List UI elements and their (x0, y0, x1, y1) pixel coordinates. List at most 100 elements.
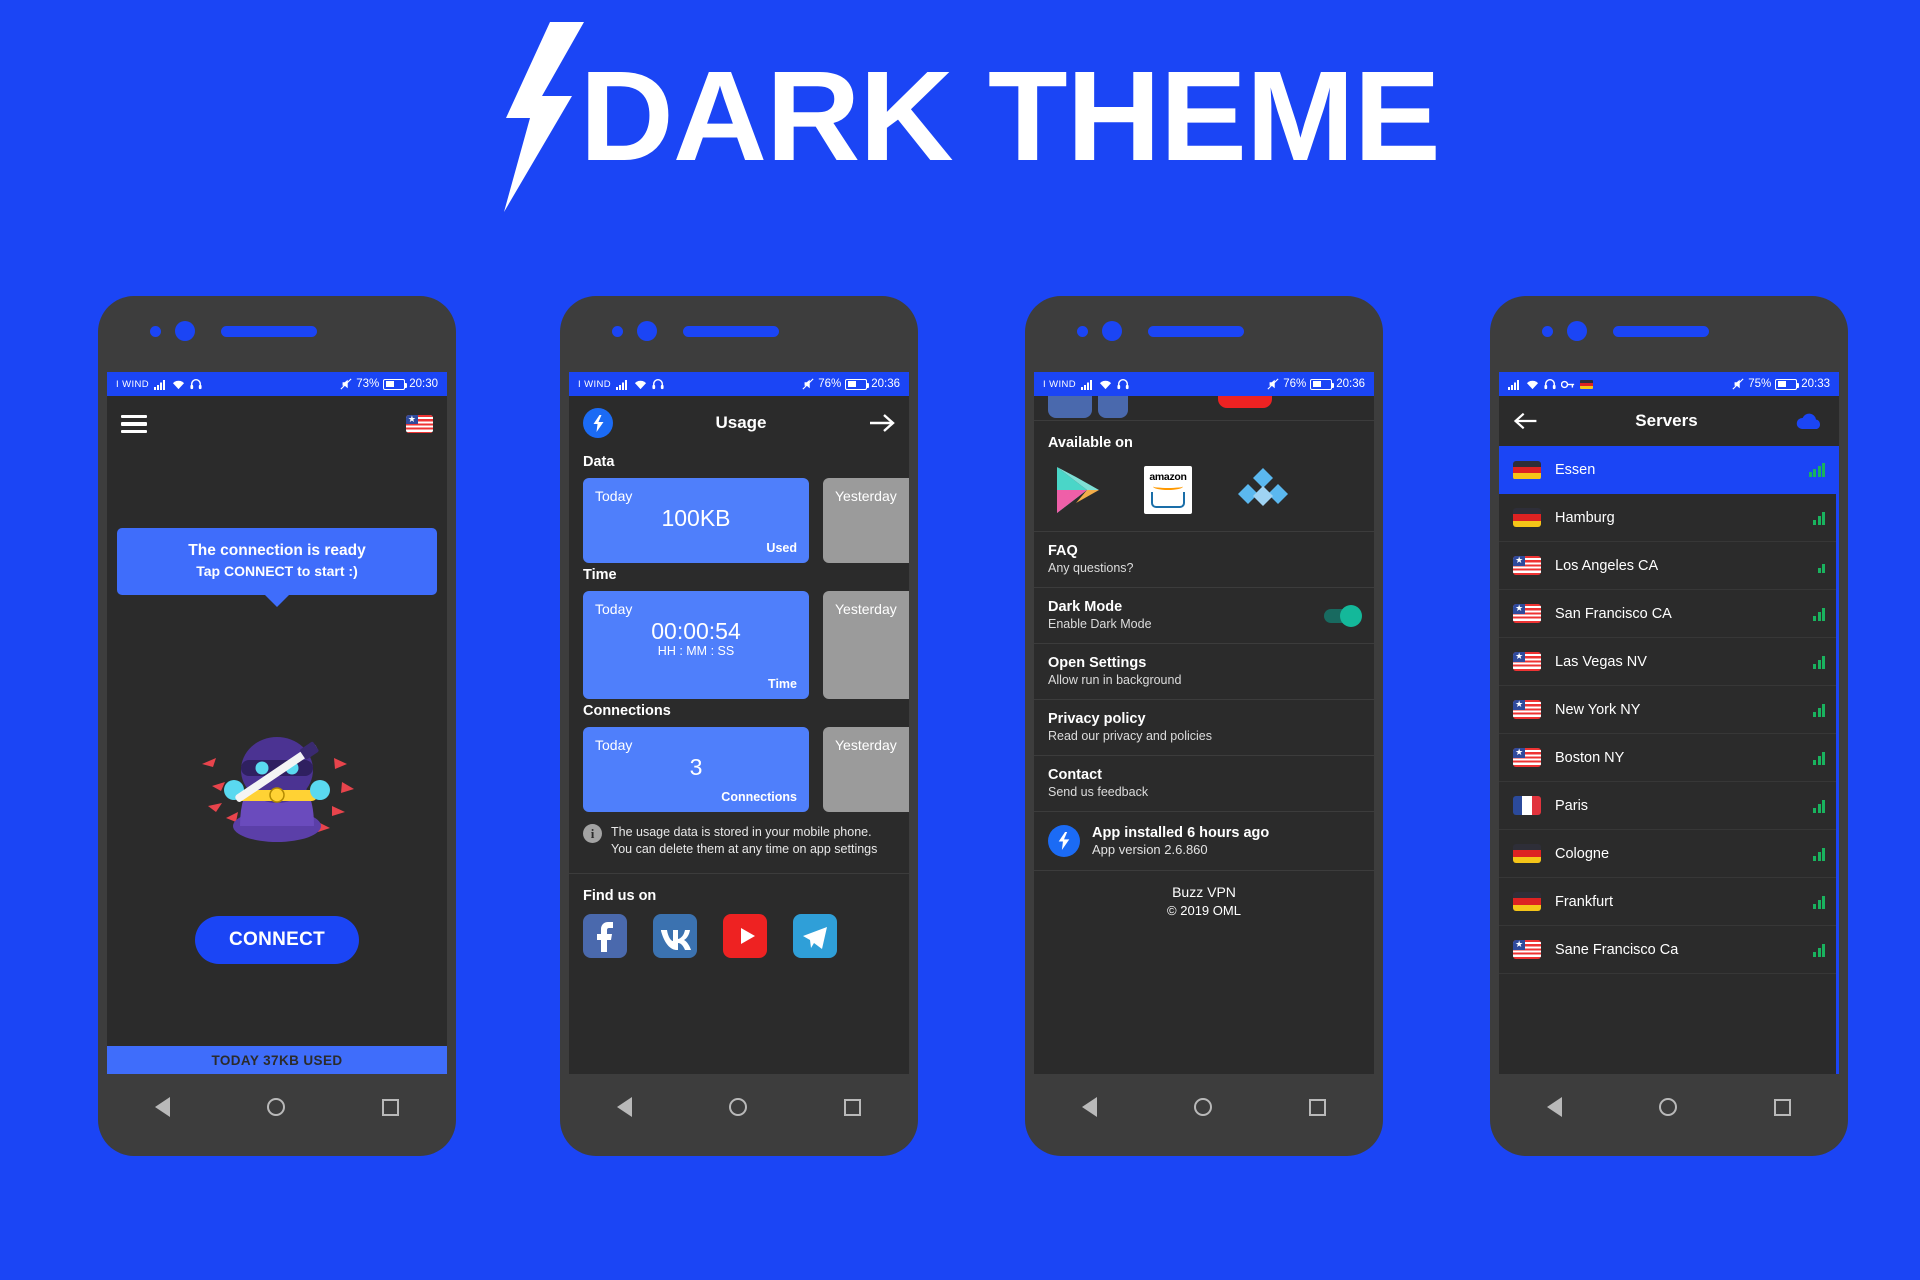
info-icon: i (583, 824, 602, 843)
usage-card-yesterday[interactable]: Yesterday N (823, 478, 909, 563)
usage-info-text: The usage data is stored in your mobile … (611, 825, 878, 856)
hamburger-menu-icon[interactable] (121, 414, 147, 434)
nav-recent-icon[interactable] (1308, 1098, 1326, 1116)
server-row-paris[interactable]: Paris (1499, 782, 1839, 830)
phone-notch (1490, 318, 1848, 344)
nav-back-icon[interactable] (1082, 1097, 1098, 1117)
server-row-new-york-ny[interactable]: ★ New York NY (1499, 686, 1839, 734)
cloud-icon[interactable] (1795, 411, 1825, 431)
battery-icon (1775, 378, 1800, 390)
phone-settings: I WIND 76% 20:36 Available on amazon FAQ… (1025, 296, 1383, 1156)
nav-home-icon[interactable] (728, 1098, 747, 1116)
amazon-appstore-icon[interactable]: amazon (1144, 466, 1192, 514)
signal-strength-icon (1813, 895, 1825, 909)
nav-recent-icon[interactable] (381, 1098, 399, 1116)
row-title: Dark Mode (1048, 599, 1123, 615)
nav-home-icon[interactable] (266, 1098, 285, 1116)
google-play-icon[interactable] (1054, 465, 1100, 515)
usage-info-note: i The usage data is stored in your mobil… (569, 812, 909, 867)
servers-content: Servers Essen Hamburg ★ Los Angeles CA ★… (1499, 396, 1839, 1074)
earpiece-speaker (221, 325, 317, 337)
battery-icon (1310, 378, 1335, 390)
server-row-san-francisco-ca[interactable]: ★ San Francisco CA (1499, 590, 1839, 638)
server-row-essen[interactable]: Essen (1499, 446, 1839, 494)
card-period: Today (595, 488, 633, 504)
app-version-row: App installed 6 hours ago App version 2.… (1034, 812, 1374, 870)
row-title: Contact (1048, 767, 1102, 783)
vk-icon-partial[interactable] (1098, 396, 1128, 418)
server-row-las-vegas-nv[interactable]: ★ Las Vegas NV (1499, 638, 1839, 686)
settings-row-contact[interactable]: Contact Send us feedback (1034, 756, 1374, 811)
clock-label: 20:36 (871, 378, 900, 390)
settings-row-privacy-policy[interactable]: Privacy policy Read our privacy and poli… (1034, 700, 1374, 755)
server-row-frankfurt[interactable]: Frankfurt (1499, 878, 1839, 926)
samsung-galaxy-store-icon[interactable] (1236, 466, 1290, 514)
signal-strength-icon (1808, 463, 1825, 477)
bolt-badge-icon[interactable] (583, 408, 613, 438)
server-row-los-angeles-ca[interactable]: ★ Los Angeles CA (1499, 542, 1839, 590)
usage-card-yesterday[interactable]: Yesterday 0 Connectio (823, 727, 909, 812)
settings-row-faq[interactable]: FAQ Any questions? (1034, 532, 1374, 587)
signal-strength-icon (1813, 703, 1825, 717)
battery-percent: 73% (356, 378, 380, 390)
nav-home-icon[interactable] (1193, 1098, 1212, 1116)
facebook-icon-partial[interactable] (1048, 396, 1092, 418)
us-flag-icon: ★ (1513, 940, 1541, 959)
poster-canvas: DARK THEME I WIND 73% 20:30 ★ The connec… (0, 0, 1920, 1280)
arrow-right-icon[interactable] (869, 412, 895, 434)
server-row-boston-ny[interactable]: ★ Boston NY (1499, 734, 1839, 782)
nav-back-icon[interactable] (617, 1097, 633, 1117)
statusbar-settings: I WIND 76% 20:36 (1034, 372, 1374, 396)
android-navbar (569, 1080, 909, 1134)
us-flag-icon[interactable]: ★ (406, 415, 433, 433)
usage-card-today[interactable]: Today 3 Connections (583, 727, 809, 812)
available-on-section: Available on (1034, 421, 1374, 451)
usage-card-today[interactable]: Today 00:00:54 HH : MM : SS Time (583, 591, 809, 699)
server-row-cologne[interactable]: Cologne (1499, 830, 1839, 878)
screen-settings: I WIND 76% 20:36 Available on amazon FAQ… (1034, 372, 1374, 1074)
nav-recent-icon[interactable] (1773, 1098, 1791, 1116)
card-period: Yesterday (835, 488, 897, 504)
list-scrollbar[interactable] (1836, 446, 1839, 1074)
server-name: Paris (1555, 797, 1589, 814)
settings-footer: Buzz VPN © 2019 OML (1034, 871, 1374, 930)
server-name: New York NY (1555, 701, 1641, 718)
settings-row-dark-mode[interactable]: Dark Mode Enable Dark Mode (1034, 588, 1374, 643)
row-title: Open Settings (1048, 655, 1147, 671)
server-row-sane-francisco-ca[interactable]: ★ Sane Francisco Ca (1499, 926, 1839, 974)
camera-dot-icon (1102, 321, 1122, 341)
dark-mode-toggle[interactable] (1324, 604, 1362, 627)
today-usage-footer[interactable]: TODAY 37KB USED (107, 1046, 447, 1074)
headset-icon (190, 379, 202, 390)
telegram-icon[interactable] (793, 914, 837, 958)
usage-card-yesterday[interactable]: Yesterday 0 H (823, 591, 909, 699)
nav-recent-icon[interactable] (843, 1098, 861, 1116)
battery-percent: 76% (818, 378, 842, 390)
youtube-icon[interactable] (723, 914, 767, 958)
phone-usage: I WIND 76% 20:36 Usage Data Today 100KB … (560, 296, 918, 1156)
nav-back-icon[interactable] (1547, 1097, 1563, 1117)
amazon-wordmark: amazon (1149, 470, 1187, 483)
arrow-left-icon[interactable] (1513, 411, 1538, 431)
settings-row-open-settings[interactable]: Open Settings Allow run in background (1034, 644, 1374, 699)
signal-strength-icon (1813, 943, 1825, 957)
nav-back-icon[interactable] (155, 1097, 171, 1117)
vk-icon[interactable] (653, 914, 697, 958)
signal-strength-icon (1813, 511, 1825, 525)
server-name: Cologne (1555, 845, 1610, 862)
nav-home-icon[interactable] (1658, 1098, 1677, 1116)
section-label-time: Time (583, 567, 617, 583)
install-time-label: App installed 6 hours ago (1092, 825, 1270, 841)
youtube-icon-partial[interactable] (1218, 396, 1272, 408)
server-name: Hamburg (1555, 509, 1615, 526)
server-row-hamburg[interactable]: Hamburg (1499, 494, 1839, 542)
home-content: ★ The connection is ready Tap CONNECT to… (107, 396, 447, 1074)
screen-servers: 75% 20:33 Servers Essen Hamburg ★ Los An… (1499, 372, 1839, 1074)
facebook-icon[interactable] (583, 914, 627, 958)
flag-icon (1580, 379, 1593, 389)
android-navbar (107, 1080, 447, 1134)
earpiece-speaker (683, 325, 779, 337)
connect-button[interactable]: CONNECT (194, 916, 360, 964)
signal-strength-icon (1813, 655, 1825, 669)
usage-card-today[interactable]: Today 100KB Used (583, 478, 809, 563)
